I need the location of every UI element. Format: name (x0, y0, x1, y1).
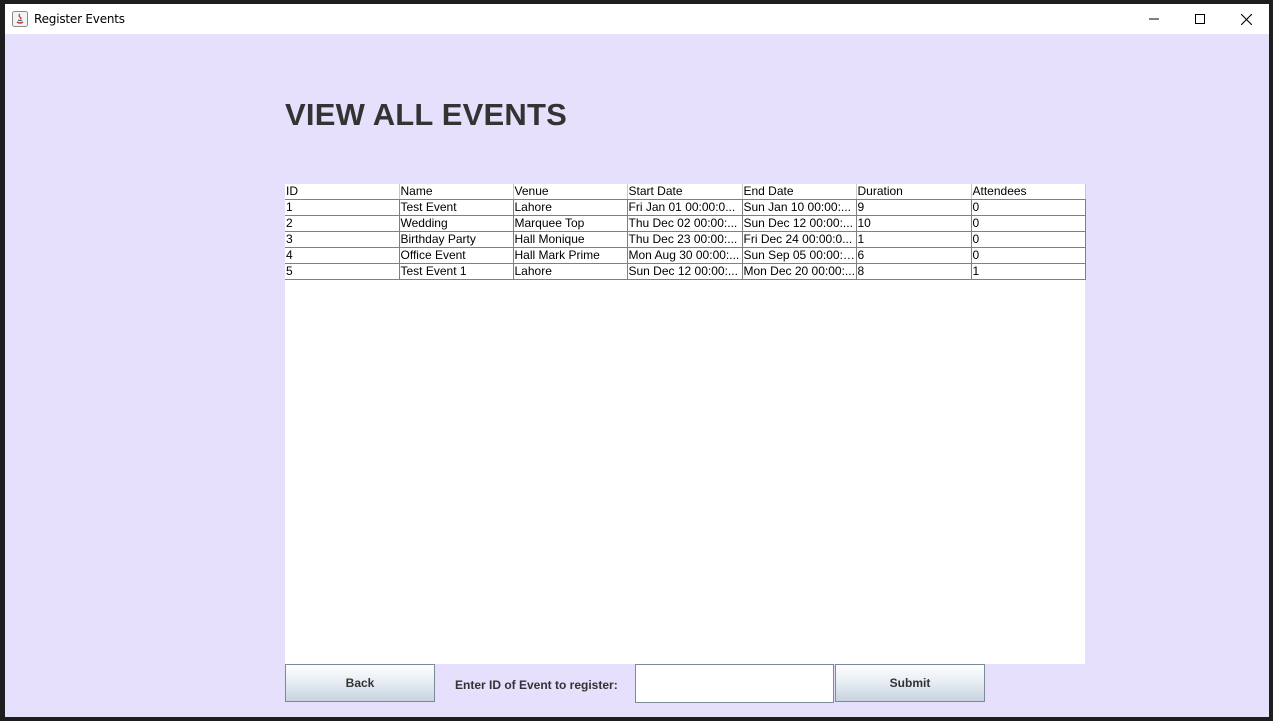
cell-attendees[interactable]: 0 (970, 199, 1086, 216)
minimize-icon (1149, 18, 1159, 20)
cell-end-date[interactable]: Fri Dec 24 00:00:0... (741, 231, 857, 248)
table-row[interactable]: 1 Test Event Lahore Fri Jan 01 00:00:0..… (285, 199, 1086, 216)
window-controls (1131, 4, 1269, 34)
cell-end-date[interactable]: Mon Dec 20 00:00:... (741, 263, 857, 280)
cell-attendees[interactable]: 0 (970, 247, 1086, 264)
cell-start-date[interactable]: Fri Jan 01 00:00:0... (626, 199, 743, 216)
cell-attendees[interactable]: 0 (970, 215, 1086, 232)
cell-id[interactable]: 2 (285, 215, 400, 232)
column-header-venue[interactable]: Venue (513, 184, 628, 200)
column-header-start-date[interactable]: Start Date (627, 184, 743, 200)
cell-attendees[interactable]: 0 (970, 231, 1086, 248)
column-header-name[interactable]: Name (399, 184, 514, 200)
cell-venue[interactable]: Lahore (512, 263, 628, 280)
cell-id[interactable]: 4 (285, 247, 400, 264)
table-row[interactable]: 4 Office Event Hall Mark Prime Mon Aug 3… (285, 247, 1086, 264)
table-row[interactable]: 5 Test Event 1 Lahore Sun Dec 12 00:00:.… (285, 263, 1086, 280)
events-table[interactable]: ID Name Venue Start Date End Date Durati… (285, 184, 1086, 280)
events-table-panel[interactable]: ID Name Venue Start Date End Date Durati… (285, 184, 1086, 664)
back-button[interactable]: Back (285, 664, 435, 702)
cell-id[interactable]: 1 (285, 199, 400, 216)
maximize-icon (1195, 14, 1205, 24)
cell-name[interactable]: Test Event (398, 199, 514, 216)
cell-duration[interactable]: 9 (855, 199, 972, 216)
java-app-icon (12, 11, 28, 27)
submit-button[interactable]: Submit (835, 664, 985, 702)
close-button[interactable] (1223, 4, 1269, 34)
cell-venue[interactable]: Marquee Top (512, 215, 628, 232)
app-window: Register Events VIEW ALL EVENTS ID Name … (5, 4, 1269, 717)
window-title: Register Events (34, 12, 125, 26)
event-id-prompt-label: Enter ID of Event to register: (455, 678, 618, 692)
minimize-button[interactable] (1131, 4, 1177, 34)
column-header-attendees[interactable]: Attendees (971, 184, 1086, 200)
cell-id[interactable]: 5 (285, 263, 400, 280)
cell-id[interactable]: 3 (285, 231, 400, 248)
close-icon (1240, 13, 1252, 25)
cell-duration[interactable]: 6 (855, 247, 972, 264)
cell-start-date[interactable]: Sun Dec 12 00:00:... (626, 263, 743, 280)
cell-start-date[interactable]: Thu Dec 23 00:00:... (626, 231, 743, 248)
cell-venue[interactable]: Hall Monique (512, 231, 628, 248)
column-header-duration[interactable]: Duration (856, 184, 972, 200)
table-row[interactable]: 3 Birthday Party Hall Monique Thu Dec 23… (285, 231, 1086, 248)
cell-start-date[interactable]: Thu Dec 02 00:00:... (626, 215, 743, 232)
cell-name[interactable]: Birthday Party (398, 231, 514, 248)
page-title: VIEW ALL EVENTS (285, 97, 568, 132)
event-id-input[interactable] (635, 664, 834, 703)
cell-duration[interactable]: 8 (855, 263, 972, 280)
table-header-row: ID Name Venue Start Date End Date Durati… (285, 184, 1086, 200)
maximize-button[interactable] (1177, 4, 1223, 34)
column-header-end-date[interactable]: End Date (742, 184, 857, 200)
table-row[interactable]: 2 Wedding Marquee Top Thu Dec 02 00:00:.… (285, 215, 1086, 232)
title-bar[interactable]: Register Events (5, 4, 1269, 34)
cell-end-date[interactable]: Sun Dec 12 00:00:... (741, 215, 857, 232)
cell-start-date[interactable]: Mon Aug 30 00:00:... (626, 247, 743, 264)
cell-end-date[interactable]: Sun Sep 05 00:00:0... (741, 247, 857, 264)
cell-name[interactable]: Test Event 1 (398, 263, 514, 280)
cell-name[interactable]: Office Event (398, 247, 514, 264)
cell-duration[interactable]: 10 (855, 215, 972, 232)
column-header-id[interactable]: ID (285, 184, 400, 200)
cell-attendees[interactable]: 1 (970, 263, 1086, 280)
cell-duration[interactable]: 1 (855, 231, 972, 248)
cell-name[interactable]: Wedding (398, 215, 514, 232)
cell-venue[interactable]: Hall Mark Prime (512, 247, 628, 264)
cell-end-date[interactable]: Sun Jan 10 00:00:... (741, 199, 857, 216)
cell-venue[interactable]: Lahore (512, 199, 628, 216)
